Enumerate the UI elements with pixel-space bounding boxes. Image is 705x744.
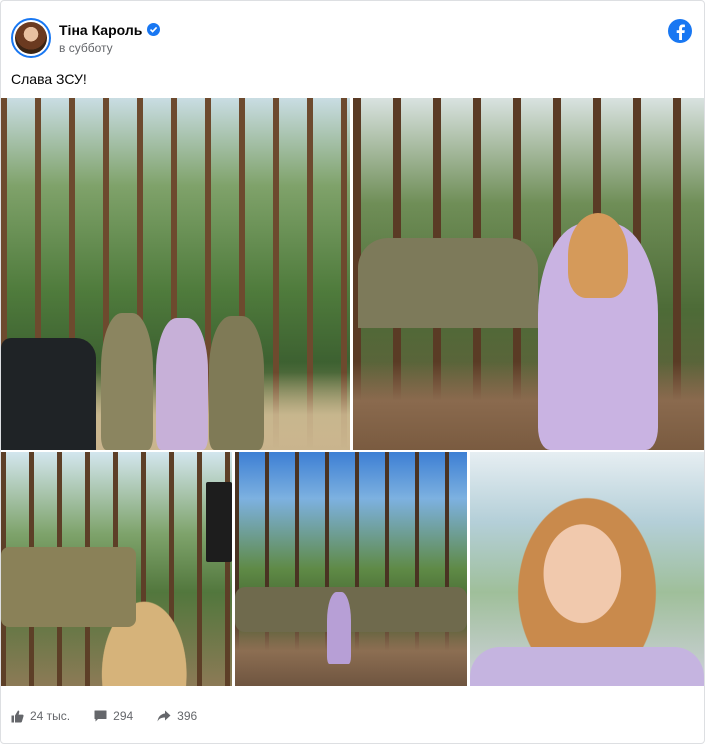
- avatar-image: [15, 22, 47, 54]
- singer-hair: [568, 213, 628, 298]
- photo-audience-view[interactable]: [1, 452, 232, 686]
- car-shape: [1, 338, 96, 450]
- share-count: 396: [177, 709, 198, 723]
- like-count: 24 тыс.: [30, 709, 71, 723]
- soldier-figure: [101, 313, 153, 450]
- dress-shape: [470, 647, 704, 686]
- soldier-figure: [209, 316, 264, 450]
- avatar[interactable]: [11, 18, 51, 58]
- facebook-logo-icon[interactable]: [668, 19, 692, 43]
- photo-dancing-crowd[interactable]: [235, 452, 467, 686]
- post-timestamp[interactable]: в субботу: [59, 41, 160, 55]
- share-button[interactable]: 396: [157, 709, 197, 723]
- post-meta: Тіна Кароль в субботу: [59, 22, 161, 55]
- soldiers-group: [358, 238, 538, 328]
- post-card: Тіна Кароль в субботу Слава ЗСУ! 24 тыс.…: [0, 0, 705, 744]
- verified-badge-icon: [147, 23, 161, 36]
- author-row: Тіна Кароль: [59, 22, 161, 38]
- comment-button[interactable]: 294: [94, 709, 133, 723]
- thumbs-up-icon: [11, 710, 24, 722]
- singer-figure: [327, 592, 351, 664]
- share-icon: [157, 710, 171, 722]
- soldiers-group: [1, 547, 136, 627]
- comment-icon: [94, 710, 107, 722]
- photo-selfie[interactable]: [470, 452, 704, 686]
- comment-count: 294: [113, 709, 134, 723]
- author-name[interactable]: Тіна Кароль: [59, 22, 142, 38]
- crowd-shape: [235, 587, 467, 632]
- post-footer: 24 тыс. 294 396: [11, 701, 221, 731]
- photo-singing-forest[interactable]: [353, 98, 704, 450]
- post-text: Слава ЗСУ!: [11, 71, 87, 87]
- speaker-shape: [206, 482, 232, 562]
- photo-group-soldiers[interactable]: [1, 98, 350, 450]
- like-button[interactable]: 24 тыс.: [11, 709, 70, 723]
- post-header: Тіна Кароль в субботу: [11, 15, 692, 61]
- singer-figure: [156, 318, 208, 450]
